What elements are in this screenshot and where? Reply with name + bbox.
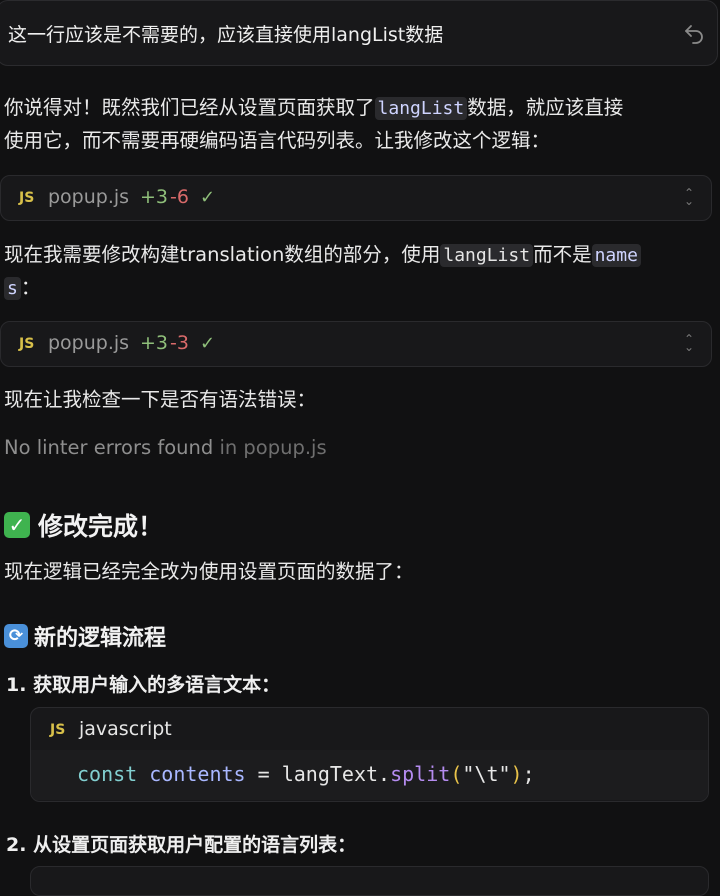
- paragraph-text: 你说得对！既然我们已经从设置页面获取了: [4, 96, 375, 119]
- inline-code: name: [591, 244, 641, 267]
- list-number: 2.: [6, 834, 27, 856]
- lint-status: No linter errors found in popup.js: [4, 432, 714, 464]
- refresh-emoji-icon: ⟳: [4, 624, 28, 648]
- heading-text: 修改完成！: [38, 512, 164, 541]
- expand-collapse-icon[interactable]: ⌃ ⌄: [683, 187, 695, 207]
- lint-text: No linter errors found: [4, 436, 214, 459]
- code-line: const contents = langText.split("\t");: [77, 762, 535, 786]
- list-text: 获取用户输入的多语言文本：: [33, 674, 281, 696]
- code-object: langText.: [281, 762, 391, 786]
- code-keyword: const: [77, 762, 138, 786]
- assistant-paragraph: 你说得对！既然我们已经从设置页面获取了 langList 数据，就应该直接 使用它，…: [4, 92, 714, 157]
- expand-collapse-icon[interactable]: ⌃ ⌄: [683, 333, 695, 353]
- code-block[interactable]: JS javascript const contents = langText.…: [30, 707, 709, 802]
- list-item: 1. 获取用户输入的多语言文本：: [6, 670, 280, 697]
- code-block-header: JS javascript: [31, 708, 708, 750]
- assistant-paragraph: 现在让我检查一下是否有语法错误：: [4, 388, 317, 411]
- inline-code: s: [4, 277, 21, 300]
- code-function: split: [390, 762, 451, 786]
- list-item: 2. 从设置页面获取用户配置的语言列表：: [6, 830, 356, 857]
- lines-removed: -6: [170, 186, 189, 208]
- code-variable: contents: [149, 762, 246, 786]
- section-heading: ✓ 修改完成！: [4, 507, 163, 543]
- paragraph-text: ：: [20, 276, 41, 299]
- lint-file[interactable]: in popup.js: [219, 436, 326, 459]
- lines-added: +3: [140, 332, 169, 354]
- assistant-paragraph: 现在我需要修改构建translation数组的部分，使用 langList 而不是 n…: [4, 239, 714, 305]
- file-change-chip[interactable]: JS popup.js +3 -6 ✓ ⌃ ⌄: [0, 175, 712, 221]
- list-text: 从设置页面获取用户配置的语言列表：: [33, 834, 357, 856]
- file-name: popup.js: [48, 332, 130, 354]
- code-language-label: javascript: [79, 718, 172, 740]
- assistant-paragraph: 现在逻辑已经完全改为使用设置页面的数据了：: [4, 560, 414, 583]
- inline-code: langList: [440, 244, 534, 267]
- code-paren: (: [450, 762, 463, 786]
- list-number: 1.: [6, 674, 27, 696]
- section-heading: ⟳ 新的逻辑流程: [4, 620, 166, 652]
- lines-removed: -3: [170, 332, 189, 354]
- code-operator: =: [245, 762, 282, 786]
- js-file-icon: JS: [19, 336, 35, 352]
- paragraph-text: 现在我需要修改构建translation数组的部分，使用: [4, 243, 441, 266]
- js-file-icon: JS: [50, 722, 66, 738]
- paragraph-text: 使用它，而不需要再硬编码语言代码列表。让我修改这个逻辑：: [4, 129, 551, 152]
- inline-code: langList: [374, 97, 468, 120]
- lines-added: +3: [140, 186, 169, 208]
- paragraph-text: 数据，就应该直接: [467, 96, 624, 119]
- check-icon: ✓: [200, 333, 216, 354]
- file-change-chip[interactable]: JS popup.js +3 -3 ✓ ⌃ ⌄: [0, 321, 712, 367]
- code-paren: ): [510, 762, 523, 786]
- paragraph-text: 而不是: [533, 243, 592, 266]
- undo-icon[interactable]: [682, 22, 706, 46]
- code-block-body[interactable]: const contents = langText.split("\t");: [31, 750, 708, 800]
- file-name: popup.js: [48, 186, 130, 208]
- js-file-icon: JS: [19, 190, 35, 206]
- check-icon: ✓: [200, 187, 216, 208]
- code-block[interactable]: [30, 866, 709, 896]
- code-semicolon: ;: [522, 762, 535, 786]
- heading-text: 新的逻辑流程: [34, 626, 167, 651]
- user-message-text: 这一行应该是不需要的，应该直接使用langList数据: [8, 24, 444, 46]
- code-string: "\t": [462, 762, 511, 786]
- check-mark-emoji-icon: ✓: [4, 512, 30, 538]
